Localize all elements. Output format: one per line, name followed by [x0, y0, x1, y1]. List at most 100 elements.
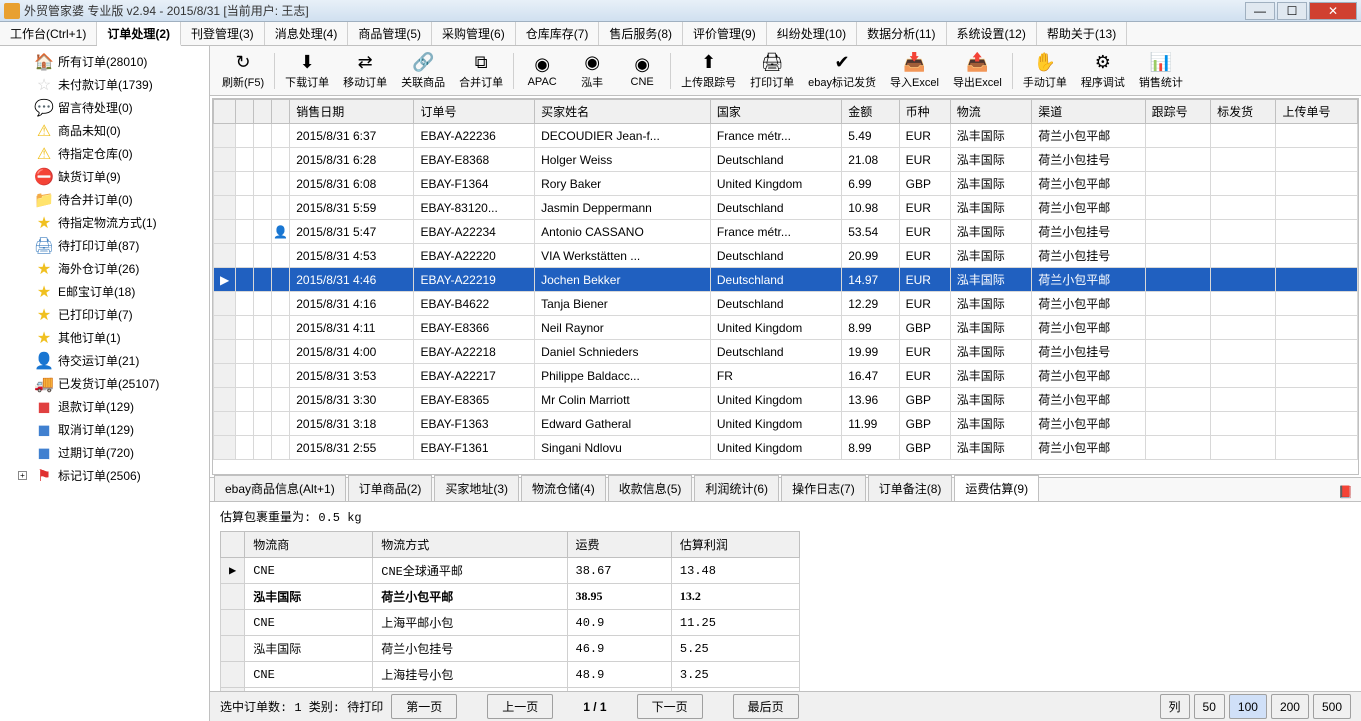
toolbar-button[interactable]: ⇄移动订单 [337, 50, 393, 92]
toolbar-button[interactable]: ⬆上传跟踪号 [675, 50, 742, 92]
order-grid-wrap[interactable]: 销售日期订单号买家姓名国家金额币种物流渠道跟踪号标发货上传单号 2015/8/3… [212, 98, 1359, 475]
sidebar-item[interactable]: 📁待合并订单(0) [0, 188, 209, 211]
column-header[interactable]: 估算利润 [671, 532, 799, 558]
detail-tab[interactable]: 操作日志(7) [781, 475, 866, 501]
table-row[interactable]: 👤2015/8/31 5:47EBAY-A22234Antonio CASSAN… [214, 220, 1358, 244]
table-row[interactable]: 2015/8/31 3:30EBAY-E8365Mr Colin Marriot… [214, 388, 1358, 412]
main-tab[interactable]: 纠纷处理(10) [767, 22, 857, 45]
toolbar-button[interactable]: ◉泓丰 [568, 50, 616, 92]
table-row[interactable]: 2015/8/31 4:53EBAY-A22220VIA Werkstätten… [214, 244, 1358, 268]
detail-tab[interactable]: 订单备注(8) [868, 475, 953, 501]
size-50[interactable]: 50 [1194, 694, 1225, 719]
table-row[interactable]: ▶CNECNE全球通平邮38.6713.48 [221, 558, 800, 584]
detail-tab[interactable]: 利润统计(6) [694, 475, 779, 501]
sidebar-item[interactable]: ◼取消订单(129) [0, 418, 209, 441]
toolbar-button[interactable]: 🔗关联商品 [395, 50, 451, 92]
table-row[interactable]: 2015/8/31 4:00EBAY-A22218Daniel Schniede… [214, 340, 1358, 364]
toolbar-button[interactable]: ⚙程序调试 [1075, 50, 1131, 92]
column-header[interactable]: 物流商 [245, 532, 373, 558]
close-button[interactable]: ✕ [1309, 2, 1357, 20]
table-row[interactable]: 泓丰国际荷兰小包挂号46.95.25 [221, 636, 800, 662]
toolbar-button[interactable]: ✔ebay标记发货 [802, 50, 882, 92]
main-tab[interactable]: 订单处理(2) [97, 22, 181, 46]
toolbar-button[interactable]: ⬇下载订单 [279, 50, 335, 92]
book-icon[interactable]: 📕 [1330, 483, 1361, 501]
column-header[interactable]: 渠道 [1032, 100, 1145, 124]
table-row[interactable]: 泓丰国际荷兰小包平邮38.9513.2 [221, 584, 800, 610]
first-page-button[interactable]: 第一页 [391, 694, 457, 719]
toolbar-button[interactable]: 📥导入Excel [884, 50, 945, 92]
toolbar-button[interactable]: ✋手动订单 [1017, 50, 1073, 92]
table-row[interactable]: CNE上海挂号小包48.93.25 [221, 662, 800, 688]
main-tab[interactable]: 采购管理(6) [432, 22, 516, 45]
last-page-button[interactable]: 最后页 [733, 694, 799, 719]
toolbar-button[interactable]: 📊销售统计 [1133, 50, 1189, 92]
main-tab[interactable]: 刊登管理(3) [181, 22, 265, 45]
toolbar-button[interactable]: ⧉合并订单 [453, 50, 509, 92]
table-row[interactable]: 2015/8/31 5:59EBAY-83120...Jasmin Depper… [214, 196, 1358, 220]
table-row[interactable]: 2015/8/31 4:11EBAY-E8366Neil RaynorUnite… [214, 316, 1358, 340]
sidebar-item[interactable]: 👤待交运订单(21) [0, 349, 209, 372]
main-tab[interactable]: 评价管理(9) [683, 22, 767, 45]
sidebar-item[interactable]: ★其他订单(1) [0, 326, 209, 349]
sidebar-item[interactable]: +⚑标记订单(2506) [0, 464, 209, 487]
detail-tab[interactable]: 买家地址(3) [434, 475, 519, 501]
maximize-button[interactable]: ☐ [1277, 2, 1307, 20]
main-tab[interactable]: 帮助关于(13) [1037, 22, 1127, 45]
column-header[interactable]: 销售日期 [290, 100, 414, 124]
sidebar-item[interactable]: ☆未付款订单(1739) [0, 73, 209, 96]
column-header[interactable]: 标发货 [1211, 100, 1276, 124]
column-header[interactable]: 物流 [950, 100, 1031, 124]
column-header[interactable]: 上传单号 [1276, 100, 1358, 124]
column-header[interactable]: 金额 [842, 100, 899, 124]
size-100[interactable]: 100 [1229, 694, 1267, 719]
table-row[interactable]: 2015/8/31 3:18EBAY-F1363Edward GatheralU… [214, 412, 1358, 436]
sidebar-item[interactable]: ★已打印订单(7) [0, 303, 209, 326]
sidebar-item[interactable]: ★待指定物流方式(1) [0, 211, 209, 234]
table-row[interactable]: 2015/8/31 3:53EBAY-A22217Philippe Baldac… [214, 364, 1358, 388]
sidebar-item[interactable]: 🏠所有订单(28010) [0, 50, 209, 73]
sidebar-item[interactable]: ★E邮宝订单(18) [0, 280, 209, 303]
table-row[interactable]: 2015/8/31 2:55EBAY-F1361Singani NdlovuUn… [214, 436, 1358, 460]
size-200[interactable]: 200 [1271, 694, 1309, 719]
sidebar-item[interactable]: 💬留言待处理(0) [0, 96, 209, 119]
column-header[interactable]: 跟踪号 [1145, 100, 1210, 124]
toolbar-button[interactable]: ◉CNE [618, 52, 666, 90]
sidebar-item[interactable]: 🖨待打印订单(87) [0, 234, 209, 257]
toolbar-button[interactable]: 🖨打印订单 [744, 50, 800, 92]
table-row[interactable]: CNE上海平邮小包40.911.25 [221, 610, 800, 636]
column-header[interactable]: 币种 [899, 100, 950, 124]
main-tab[interactable]: 商品管理(5) [348, 22, 432, 45]
minimize-button[interactable]: — [1245, 2, 1275, 20]
table-row[interactable]: 2015/8/31 6:37EBAY-A22236DECOUDIER Jean-… [214, 124, 1358, 148]
detail-tab[interactable]: ebay商品信息(Alt+1) [214, 475, 346, 501]
column-header[interactable]: 订单号 [414, 100, 535, 124]
detail-tab[interactable]: 物流仓储(4) [521, 475, 606, 501]
main-tab[interactable]: 消息处理(4) [265, 22, 349, 45]
sidebar-item[interactable]: ⚠商品未知(0) [0, 119, 209, 142]
main-tab[interactable]: 工作台(Ctrl+1) [0, 22, 97, 45]
toolbar-button[interactable]: 📤导出Excel [947, 50, 1008, 92]
main-tab[interactable]: 仓库库存(7) [516, 22, 600, 45]
size-500[interactable]: 500 [1313, 694, 1351, 719]
main-tab[interactable]: 数据分析(11) [857, 22, 946, 45]
main-tab[interactable]: 售后服务(8) [599, 22, 683, 45]
next-page-button[interactable]: 下一页 [637, 694, 703, 719]
prev-page-button[interactable]: 上一页 [487, 694, 553, 719]
sidebar-item[interactable]: ★海外仓订单(26) [0, 257, 209, 280]
sidebar-item[interactable]: 🚚已发货订单(25107) [0, 372, 209, 395]
column-header[interactable]: 买家姓名 [535, 100, 711, 124]
column-header[interactable]: 物流方式 [373, 532, 567, 558]
main-tab[interactable]: 系统设置(12) [947, 22, 1037, 45]
sidebar-item[interactable]: ◼退款订单(129) [0, 395, 209, 418]
detail-tab[interactable]: 订单商品(2) [348, 475, 433, 501]
column-header[interactable]: 国家 [710, 100, 841, 124]
detail-tab[interactable]: 收款信息(5) [608, 475, 693, 501]
table-row[interactable]: ▶2015/8/31 4:46EBAY-A22219Jochen BekkerD… [214, 268, 1358, 292]
table-row[interactable]: 2015/8/31 4:16EBAY-B4622Tanja BienerDeut… [214, 292, 1358, 316]
tree-expand-icon[interactable]: + [18, 471, 27, 480]
sidebar-item[interactable]: ⛔缺货订单(9) [0, 165, 209, 188]
column-header[interactable]: 运费 [567, 532, 671, 558]
toolbar-button[interactable]: ◉APAC [518, 52, 566, 90]
list-button[interactable]: 列 [1160, 694, 1190, 719]
